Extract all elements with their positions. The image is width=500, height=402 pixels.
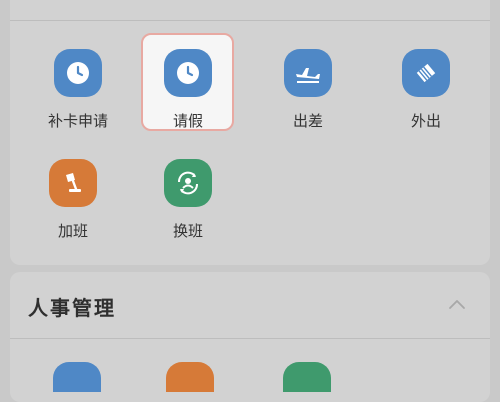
hr-app-icon-partial[interactable]	[53, 362, 101, 392]
section-divider	[10, 338, 490, 339]
app-label: 出差	[292, 112, 323, 130]
airplane-icon	[284, 49, 332, 97]
app-label: 补卡申请	[47, 112, 108, 130]
app-tile-leave[interactable]: 请假	[138, 38, 238, 138]
hr-app-icon-partial[interactable]	[166, 362, 214, 392]
chevron-up-icon[interactable]	[447, 294, 467, 314]
hr-section-title: 人事管理	[28, 296, 116, 320]
app-label: 请假	[172, 112, 203, 130]
clock-icon	[54, 49, 102, 97]
app-label: 加班	[57, 222, 88, 240]
swap-person-icon	[164, 159, 212, 207]
hr-app-icon-partial[interactable]	[283, 362, 331, 392]
desk-lamp-icon	[49, 159, 97, 207]
app-label: 换班	[172, 222, 203, 240]
app-tile-punch-correction[interactable]: 补卡申请	[28, 38, 128, 138]
app-label: 外出	[410, 112, 441, 130]
app-tile-outing[interactable]: 外出	[376, 38, 476, 138]
section-divider	[10, 20, 490, 21]
app-tile-business-trip[interactable]: 出差	[258, 38, 358, 138]
outing-icon	[402, 49, 450, 97]
app-tile-shift-swap[interactable]: 换班	[138, 148, 238, 248]
app-tile-overtime[interactable]: 加班	[23, 148, 123, 248]
clock-icon	[164, 49, 212, 97]
